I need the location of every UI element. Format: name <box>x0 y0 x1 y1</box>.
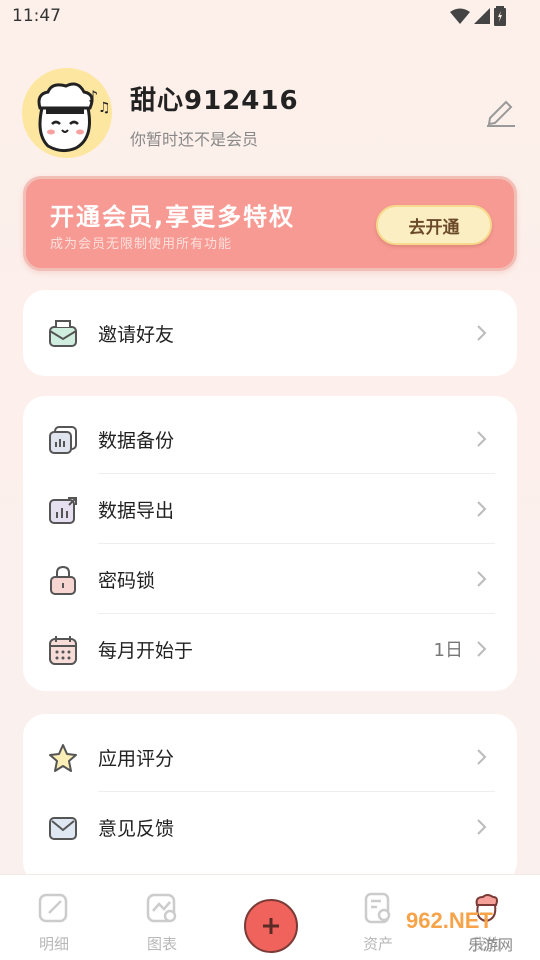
vip-subtitle: 成为会员无限制使用所有功能 <box>50 237 233 252</box>
menu-item-label: 应用评分 <box>98 747 175 770</box>
add-icon <box>263 918 279 934</box>
status-icons <box>450 6 506 26</box>
chevron-right-icon <box>477 501 487 517</box>
watermark-subtext: 乐游网 <box>468 936 514 954</box>
chevron-right-icon <box>477 571 487 587</box>
lock-icon <box>50 565 76 595</box>
chevron-right-icon <box>477 325 487 341</box>
activate-vip-button[interactable]: 去开通 <box>376 205 492 245</box>
menu-item-label: 数据导出 <box>98 499 175 522</box>
menu-item-label: 意见反馈 <box>98 817 175 840</box>
edit-note-icon <box>38 893 68 923</box>
watermark-logo-text: 962.NET <box>406 908 493 933</box>
star-icon <box>49 744 77 772</box>
tab-charts[interactable]: 图表 <box>122 891 202 954</box>
menu-item-data-export[interactable]: 数据导出 <box>23 474 517 544</box>
chevron-right-icon <box>477 431 487 447</box>
tab-label: 明细 <box>38 935 69 953</box>
chart-search-icon <box>146 893 177 923</box>
site-watermark: 962.NET 乐游网 <box>400 908 540 956</box>
invite-card: 邀请好友 <box>23 290 517 376</box>
signal-icon <box>474 8 490 24</box>
avatar[interactable]: ♪ ♫ <box>22 68 112 158</box>
backup-icon <box>49 426 77 454</box>
asset-doc-icon <box>364 892 391 924</box>
menu-item-label: 密码锁 <box>98 569 156 592</box>
add-record-button[interactable] <box>244 899 298 953</box>
menu-item-label: 每月开始于 <box>98 639 194 662</box>
edit-icon[interactable] <box>484 94 518 128</box>
chevron-right-icon <box>477 749 487 765</box>
status-bar: 11:47 <box>0 0 540 34</box>
mail-icon <box>49 817 77 840</box>
username: 甜心912416 <box>130 86 299 116</box>
status-time: 11:47 <box>12 6 61 26</box>
menu-item-label: 邀请好友 <box>98 323 175 346</box>
export-chart-icon <box>49 497 77 524</box>
menu-item-label: 数据备份 <box>98 429 175 452</box>
chevron-right-icon <box>477 641 487 657</box>
menu-item-data-backup[interactable]: 数据备份 <box>23 404 517 474</box>
feedback-card: 应用评分 意见反馈 <box>23 714 517 884</box>
svg-text:♪: ♪ <box>88 87 98 106</box>
menu-item-month-start[interactable]: 每月开始于 1日 <box>23 614 517 684</box>
gift-envelope-icon <box>49 320 77 347</box>
chevron-right-icon <box>477 819 487 835</box>
battery-icon <box>494 6 506 26</box>
svg-text:♫: ♫ <box>98 100 111 116</box>
menu-item-password-lock[interactable]: 密码锁 <box>23 544 517 614</box>
wifi-icon <box>450 8 470 24</box>
member-status: 你暂时还不是会员 <box>130 130 259 149</box>
tab-label: 图表 <box>146 935 177 953</box>
tab-details[interactable]: 明细 <box>14 891 94 954</box>
vip-title: 开通会员,享更多特权 <box>50 203 296 231</box>
data-settings-card: 数据备份 数据导出 密码锁 每月开始于 1日 <box>23 396 517 691</box>
chef-mascot-icon: ♪ ♫ <box>22 68 112 158</box>
vip-banner[interactable]: 开通会员,享更多特权 成为会员无限制使用所有功能 去开通 <box>23 176 517 271</box>
calendar-icon <box>49 636 77 665</box>
month-start-value: 1日 <box>433 640 463 661</box>
menu-item-invite-friends[interactable]: 邀请好友 <box>23 290 517 376</box>
profile-header: ♪ ♫ 甜心912416 你暂时还不是会员 <box>22 68 518 158</box>
menu-item-feedback[interactable]: 意见反馈 <box>23 792 517 862</box>
menu-item-rate-app[interactable]: 应用评分 <box>23 722 517 792</box>
